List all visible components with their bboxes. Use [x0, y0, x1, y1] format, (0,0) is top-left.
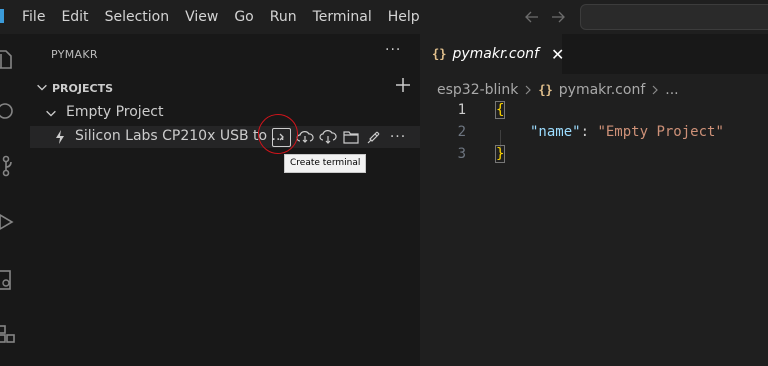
section-projects-label: PROJECTS — [52, 82, 113, 95]
breadcrumb: esp32-blink {} pymakr.conf ... — [437, 80, 679, 100]
cloud-sync-icon — [295, 131, 314, 143]
menu-help[interactable]: Help — [380, 0, 428, 34]
extensions-icon[interactable] — [0, 322, 16, 346]
sidebar-title: PYMAKR — [51, 48, 98, 61]
json-pair: "name": "Empty Project" — [530, 124, 724, 140]
json-close-brace: } — [494, 145, 506, 163]
menu-run[interactable]: Run — [262, 0, 305, 34]
folder-icon — [342, 131, 359, 144]
menu-bar: File Edit Selection View Go Run Terminal… — [14, 0, 428, 34]
project-label: Empty Project — [66, 104, 164, 120]
line-number: 3 — [457, 146, 466, 162]
search-icon[interactable] — [0, 100, 16, 124]
navigation-arrows — [524, 6, 566, 28]
code-line[interactable]: 2 "name": "Empty Project" — [420, 122, 768, 144]
chevron-right-icon — [652, 85, 659, 95]
command-center-search[interactable] — [580, 4, 768, 30]
connect-device-button[interactable] — [364, 128, 383, 147]
lightning-icon — [56, 130, 64, 144]
pymakr-icon[interactable] — [0, 268, 16, 292]
plug-icon — [367, 131, 379, 144]
device-item[interactable]: Silicon Labs CP210x USB to ... ··· — [30, 126, 420, 148]
title-bar: File Edit Selection View Go Run Terminal… — [0, 0, 768, 34]
line-number: 2 — [457, 124, 466, 140]
menu-edit[interactable]: Edit — [53, 0, 96, 34]
breadcrumb-symbol[interactable]: ... — [665, 82, 678, 98]
tab-label: pymakr.conf — [452, 46, 539, 62]
menu-go[interactable]: Go — [226, 0, 261, 34]
json-file-icon: {} — [538, 83, 553, 97]
json-file-icon: {} — [432, 47, 447, 61]
section-projects[interactable]: PROJECTS — [30, 78, 420, 100]
code-line[interactable]: 3 } — [420, 144, 768, 166]
menu-selection[interactable]: Selection — [97, 0, 178, 34]
cloud-download-icon — [318, 130, 337, 144]
code-line[interactable]: 1 { — [420, 100, 768, 122]
close-icon[interactable]: ✕ — [551, 45, 564, 64]
menu-terminal[interactable]: Terminal — [305, 0, 380, 34]
tooltip: Create terminal — [284, 154, 367, 173]
download-project-button[interactable] — [318, 128, 337, 147]
more-actions-button[interactable]: ··· — [385, 42, 401, 58]
device-label: Silicon Labs CP210x USB to ... — [75, 128, 285, 144]
chevron-down-icon — [37, 84, 47, 91]
project-item[interactable]: Empty Project — [30, 102, 420, 124]
json-value: "Empty Project" — [597, 124, 724, 140]
tab-bar: {} pymakr.conf ✕ — [420, 34, 768, 74]
explorer-icon[interactable] — [0, 48, 16, 72]
breadcrumb-folder[interactable]: esp32-blink — [437, 82, 518, 98]
json-colon: : — [580, 124, 598, 140]
line-number: 1 — [457, 102, 466, 118]
json-open-brace: { — [494, 101, 506, 119]
menu-view[interactable]: View — [177, 0, 226, 34]
chevron-down-icon — [46, 110, 56, 117]
tab-pymakr-conf[interactable]: {} pymakr.conf ✕ — [420, 34, 564, 74]
back-arrow-icon[interactable] — [524, 9, 540, 25]
breadcrumb-file[interactable]: pymakr.conf — [559, 82, 645, 98]
forward-arrow-icon[interactable] — [550, 9, 566, 25]
vscode-logo-icon — [0, 9, 4, 23]
source-control-icon[interactable] — [0, 154, 16, 178]
menu-file[interactable]: File — [14, 0, 53, 34]
activity-bar — [0, 34, 30, 366]
chevron-right-icon — [525, 85, 532, 95]
sidebar-pymakr: PYMAKR ··· PROJECTS Empty Project Silico… — [30, 34, 420, 366]
add-project-icon[interactable] — [394, 76, 412, 94]
run-debug-icon[interactable] — [0, 210, 16, 234]
json-key: "name" — [530, 124, 581, 140]
open-device-files-button[interactable] — [341, 128, 360, 147]
editor-area: {} pymakr.conf ✕ esp32-blink {} pymakr.c… — [420, 34, 768, 366]
device-more-button[interactable]: ··· — [387, 128, 409, 147]
